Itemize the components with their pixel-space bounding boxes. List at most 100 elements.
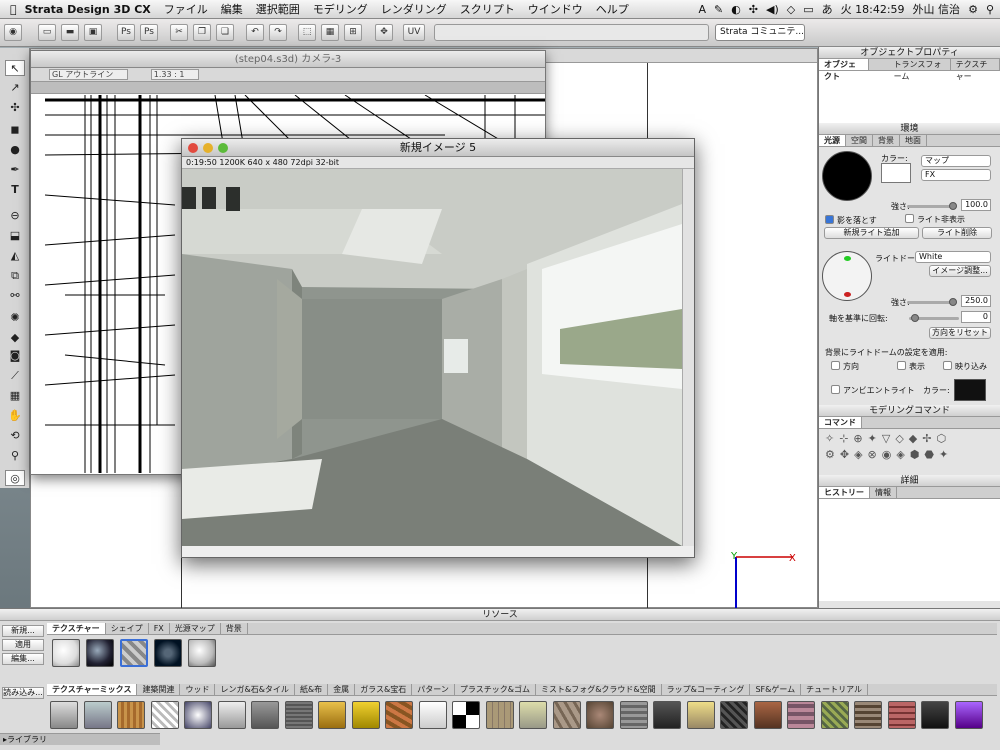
paste-icon[interactable]: ❏	[216, 24, 234, 41]
spotlight-icon[interactable]: ⚲	[986, 3, 994, 16]
minimize-button[interactable]	[203, 143, 213, 153]
tab-background[interactable]: 背景	[873, 135, 900, 146]
cat-tutorial[interactable]: チュートリアル	[801, 684, 869, 695]
lightdome-dropdown[interactable]: White	[915, 251, 991, 263]
camera-tool-icon[interactable]: ◙	[5, 348, 25, 364]
cast-shadow-checkbox[interactable]	[825, 215, 834, 224]
menu-window[interactable]: ウインドウ	[528, 1, 583, 17]
resource-item[interactable]	[154, 639, 182, 667]
script-icon[interactable]: ✎	[714, 3, 723, 16]
cat-wrap-coating[interactable]: ラップ&コーティング	[662, 684, 751, 695]
axis-rotate-field[interactable]: 0	[961, 311, 991, 323]
extrude-tool-icon[interactable]: ⬓	[5, 228, 25, 244]
strength-slider-knob[interactable]	[949, 202, 957, 210]
menu-help[interactable]: ヘルプ	[596, 1, 629, 17]
ambient-checkbox[interactable]	[831, 385, 840, 394]
library-texture-swatch[interactable]	[117, 701, 145, 729]
menu-selection[interactable]: 選択範囲	[256, 1, 300, 17]
library-texture-swatch[interactable]	[887, 701, 916, 729]
library-texture-swatch[interactable]	[552, 701, 581, 729]
boolean-tool-icon[interactable]: ⧉	[5, 268, 25, 284]
dome-top-marker[interactable]	[844, 256, 851, 261]
library-texture-swatch[interactable]	[653, 701, 681, 729]
move-icon[interactable]: ✥	[375, 24, 393, 41]
battery-icon[interactable]: ▭	[803, 3, 813, 16]
cube-tool-icon[interactable]: ◼	[5, 122, 25, 138]
cat-plastic-rubber[interactable]: プラスチック&ゴム	[455, 684, 536, 695]
wifi-icon[interactable]: ◇	[787, 3, 795, 16]
grid-icon[interactable]: ▦	[321, 24, 339, 41]
input-method-icon[interactable]: あ	[822, 1, 833, 17]
cat-glass-gem[interactable]: ガラス&宝石	[355, 684, 413, 695]
rotate-view-tool-icon[interactable]: ⟲	[5, 428, 25, 444]
library-texture-swatch[interactable]	[217, 701, 246, 729]
pen-tool-icon[interactable]: ✒	[5, 162, 25, 178]
copy-icon[interactable]: ❐	[193, 24, 211, 41]
hide-lights-checkbox[interactable]	[905, 214, 914, 223]
light-direction-dial[interactable]	[822, 151, 872, 201]
reset-direction-button[interactable]: 方向をリセット	[929, 327, 991, 339]
tab-shapes[interactable]: シェイプ	[106, 623, 149, 634]
library-texture-swatch[interactable]	[820, 701, 849, 729]
environment-titlebar[interactable]: 環境	[819, 123, 1000, 135]
cat-texture-mix[interactable]: テクスチャーミックス	[47, 684, 138, 695]
menu-rendering[interactable]: レンダリング	[381, 1, 447, 17]
align-icon[interactable]: ⊞	[344, 24, 362, 41]
library-texture-swatch[interactable]	[753, 701, 782, 729]
photoshop-icon[interactable]: Ps	[117, 24, 135, 41]
library-toggle[interactable]: ▸ライブラリ	[0, 733, 160, 745]
zoom-button[interactable]	[218, 143, 228, 153]
tab-history[interactable]: ヒストリー	[819, 487, 870, 498]
cat-brick-stone-tile[interactable]: レンガ&石&タイル	[215, 684, 295, 695]
app-name-menu[interactable]: Strata Design 3D CX	[25, 3, 151, 16]
menu-script[interactable]: スクリプト	[460, 1, 515, 17]
spotlight-tool-icon[interactable]: ◆	[5, 330, 25, 346]
tab-command[interactable]: コマンド	[819, 417, 862, 428]
library-texture-swatch[interactable]	[720, 701, 748, 729]
render-tool-icon[interactable]: ◎	[5, 470, 25, 486]
new-resource-button[interactable]: 新規...	[2, 625, 44, 637]
bevel-tool-icon[interactable]: ◭	[5, 248, 25, 264]
library-texture-swatch[interactable]	[452, 701, 480, 729]
direction-checkbox[interactable]	[831, 361, 840, 370]
tab-info[interactable]: 情報	[870, 487, 897, 498]
ambient-color-swatch[interactable]	[954, 379, 986, 401]
strength-field[interactable]: 100.0	[961, 199, 991, 211]
edit-resource-button[interactable]: 編集...	[2, 653, 44, 665]
cat-paper-cloth[interactable]: 紙&布	[295, 684, 329, 695]
library-texture-swatch[interactable]	[787, 701, 815, 729]
library-texture-swatch[interactable]	[184, 701, 212, 729]
resource-item[interactable]	[86, 639, 114, 667]
show-checkbox[interactable]	[897, 361, 906, 370]
tab-textures[interactable]: テクスチャー	[47, 623, 106, 634]
direct-select-tool-icon[interactable]: ↗	[5, 80, 25, 96]
new-doc-icon[interactable]: ▭	[38, 24, 56, 41]
apply-resource-button[interactable]: 適用	[2, 639, 44, 651]
open-folder-icon[interactable]: ▬	[61, 24, 79, 41]
cut-icon[interactable]: ✂	[170, 24, 188, 41]
tab-space[interactable]: 空間	[846, 135, 873, 146]
menu-extra-icon[interactable]: ⚙	[968, 3, 978, 16]
cat-metal[interactable]: 金属	[328, 684, 356, 695]
library-texture-swatch[interactable]	[619, 701, 648, 729]
text-tool-icon[interactable]: T	[5, 182, 25, 198]
resource-item[interactable]	[188, 639, 216, 667]
cat-pattern[interactable]: パターン	[412, 684, 455, 695]
dome-bottom-marker[interactable]	[844, 292, 851, 297]
library-texture-swatch[interactable]	[921, 701, 949, 729]
tab-object[interactable]: オブジェクト	[819, 59, 869, 81]
save-icon[interactable]: ▣	[84, 24, 102, 41]
strata-logo-icon[interactable]: ◉	[4, 24, 22, 41]
close-button[interactable]	[188, 143, 198, 153]
axis-rotate-knob[interactable]	[911, 314, 919, 322]
view-mode-select[interactable]: GL アウトライン	[49, 69, 129, 80]
reflect-checkbox[interactable]	[943, 361, 952, 370]
library-texture-swatch[interactable]	[150, 701, 179, 729]
frame-icon[interactable]: ⬚	[298, 24, 316, 41]
undo-icon[interactable]: ↶	[246, 24, 264, 41]
library-texture-swatch[interactable]	[385, 701, 413, 729]
modeling-commands-grid[interactable]: ✧⊹⊕✦▽◇◆✢⬡ ⚙✥◈⊗◉◈⬢⬣✦	[819, 429, 1000, 475]
image-adjust-button[interactable]: イメージ調整...	[929, 265, 991, 277]
cat-sf-game[interactable]: SF&ゲーム	[750, 684, 802, 695]
lathe-tool-icon[interactable]: ⊖	[5, 208, 25, 224]
